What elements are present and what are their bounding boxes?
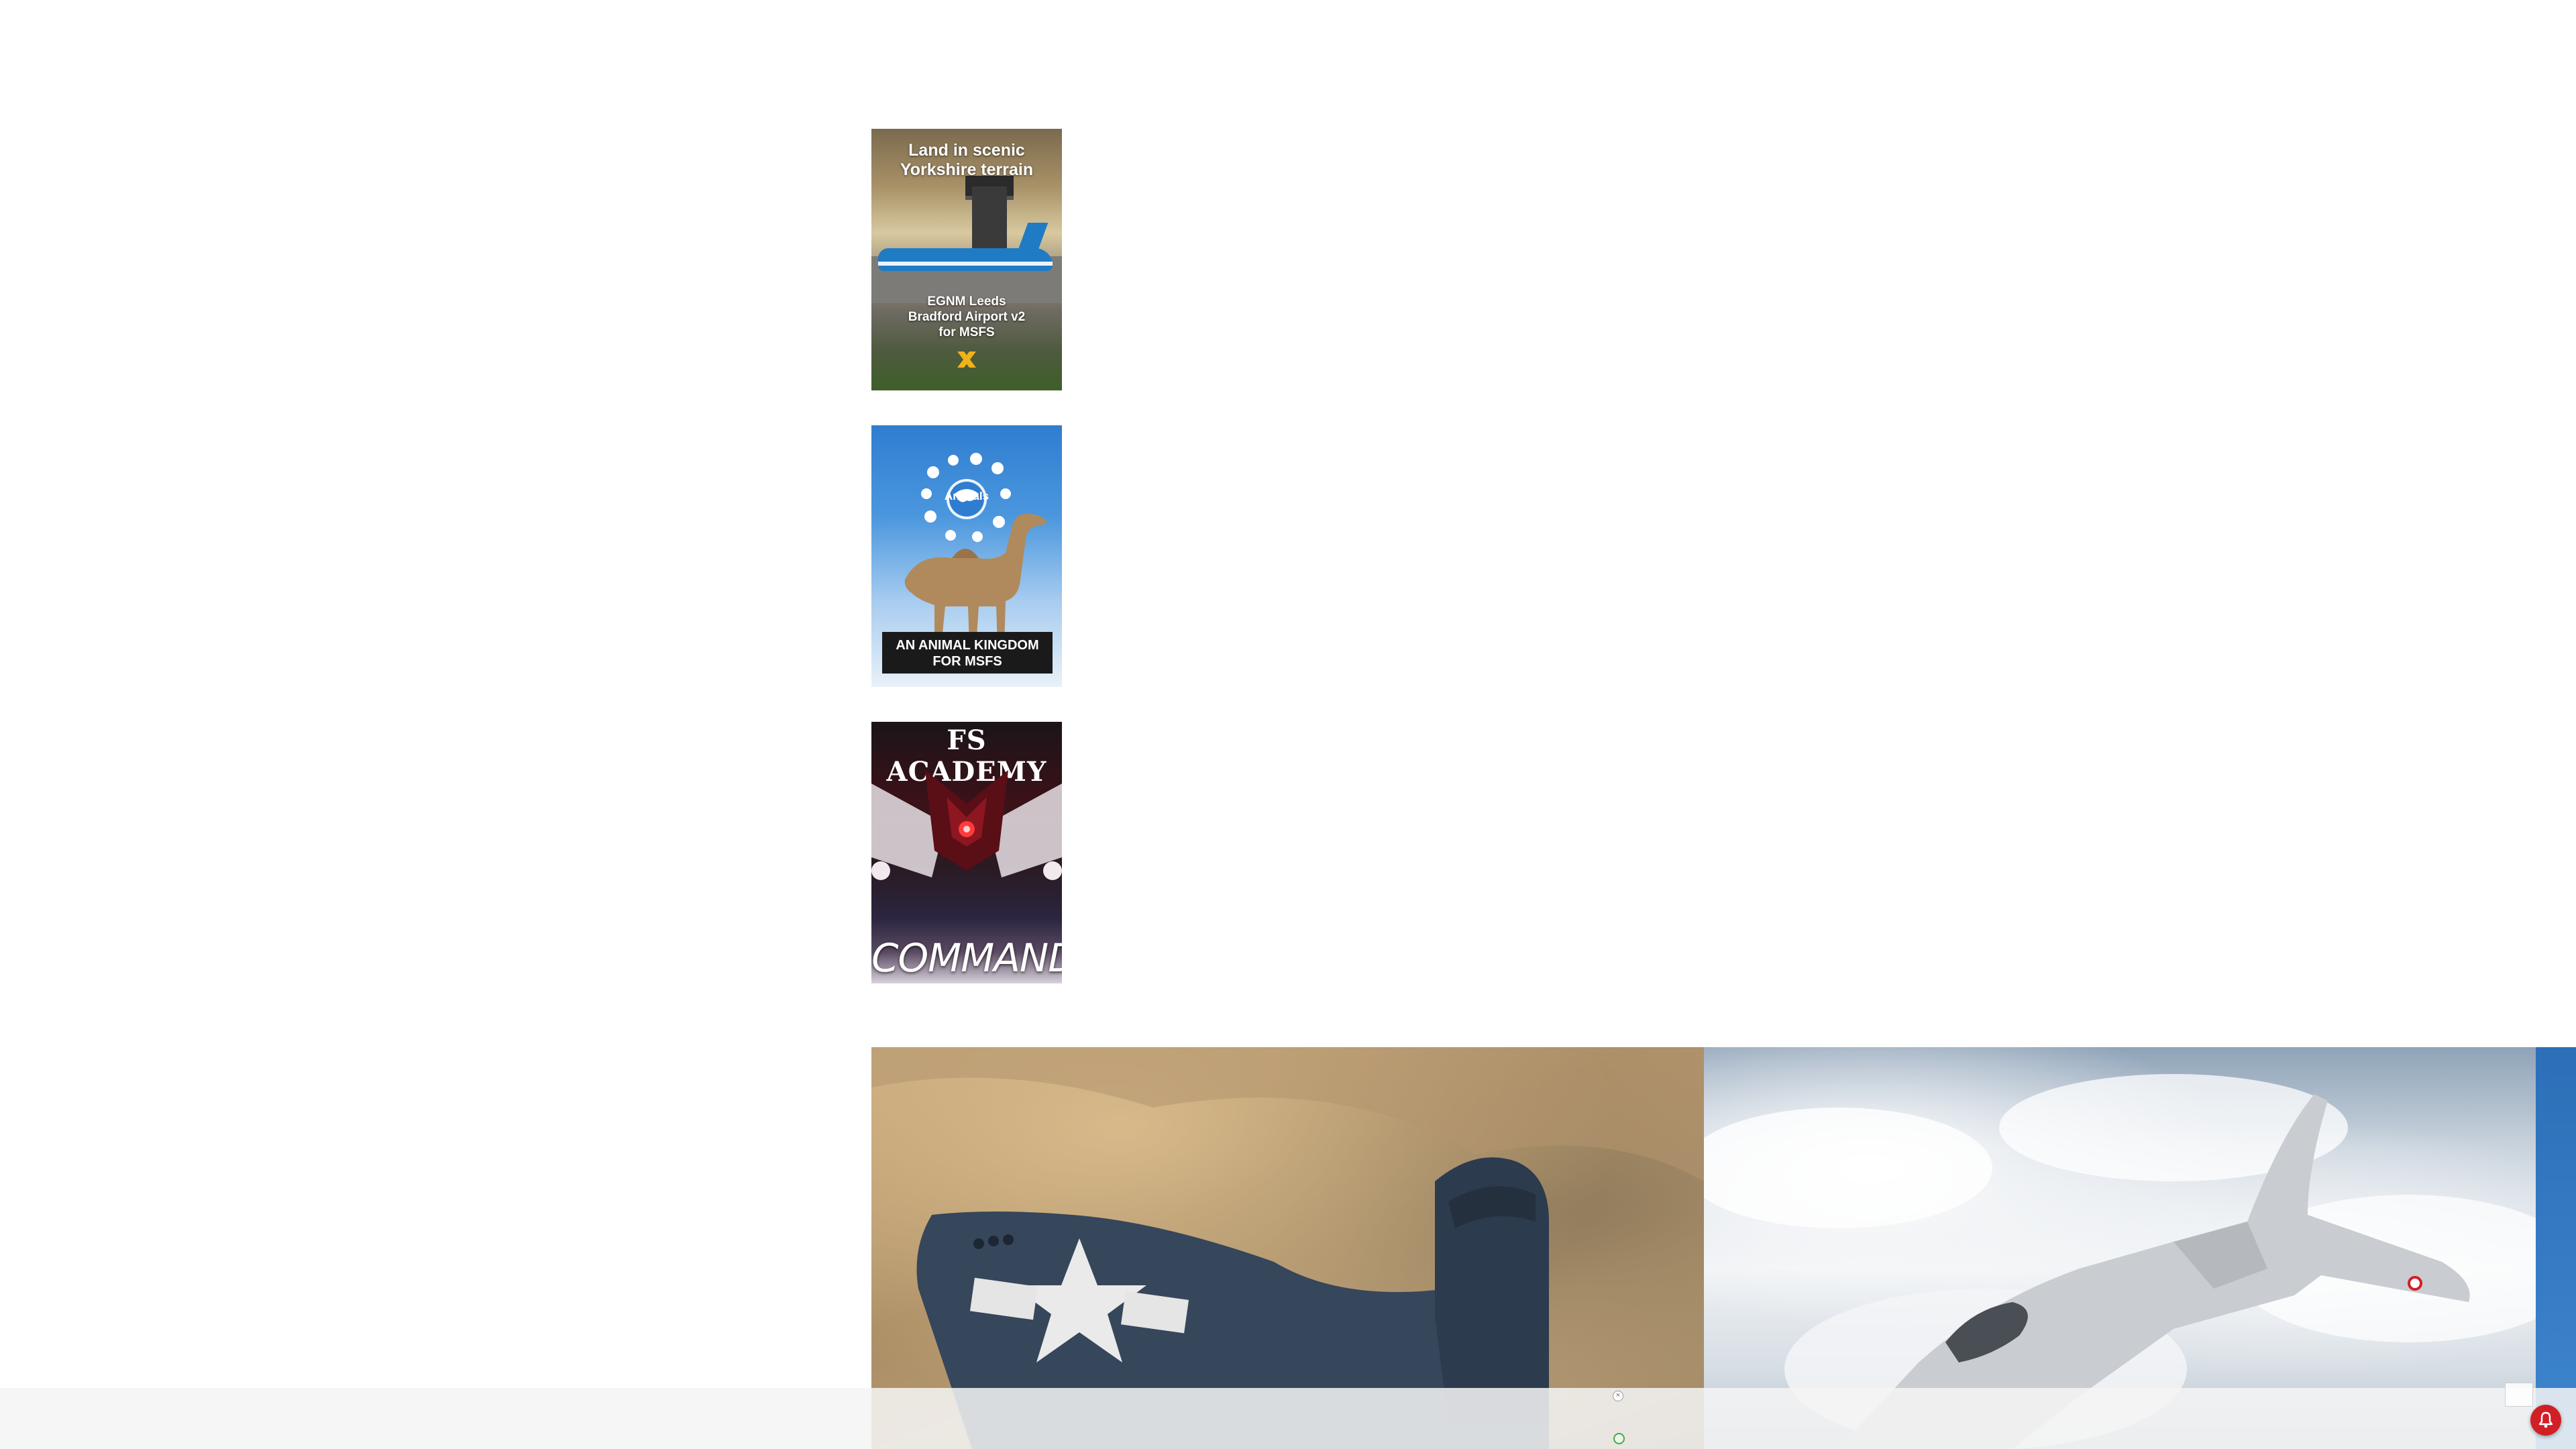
airliner (878, 248, 1053, 271)
page: Land in scenic Yorkshire terrain EGNM Le… (0, 0, 2576, 1449)
sticky-ad-bar (0, 1388, 2576, 1449)
sidebar-ad-animal-kingdom[interactable]: Animals AN ANIMAL KINGDOM FOR MSFS (871, 425, 1062, 687)
x-logo-icon (957, 352, 976, 368)
ad-label: AN ANIMAL KINGDOM FOR MSFS (896, 638, 1039, 669)
ad-label-box: AN ANIMAL KINGDOM FOR MSFS (882, 632, 1053, 674)
notification-bell-button[interactable] (2530, 1405, 2561, 1436)
bell-icon (2538, 1411, 2553, 1428)
ad-headline: Land in scenic Yorkshire terrain (900, 141, 1034, 179)
close-icon[interactable]: × (1613, 1391, 1623, 1401)
spaceship-illustration (871, 770, 1062, 880)
sidebar-ad-fs-academy[interactable]: FS ACADEMY COMMANDER (871, 722, 1062, 983)
ad-choices-icon[interactable] (1613, 1433, 1625, 1444)
sidebar-ad-leeds-bradford[interactable]: Land in scenic Yorkshire terrain EGNM Le… (871, 129, 1062, 390)
scroll-to-top-button[interactable] (2505, 1383, 2533, 1407)
ad-title: COMMANDER (871, 935, 1062, 981)
airliner-stripe (878, 262, 1053, 266)
ad-caption: EGNM Leeds Bradford Airport v2 for MSFS (908, 294, 1026, 339)
